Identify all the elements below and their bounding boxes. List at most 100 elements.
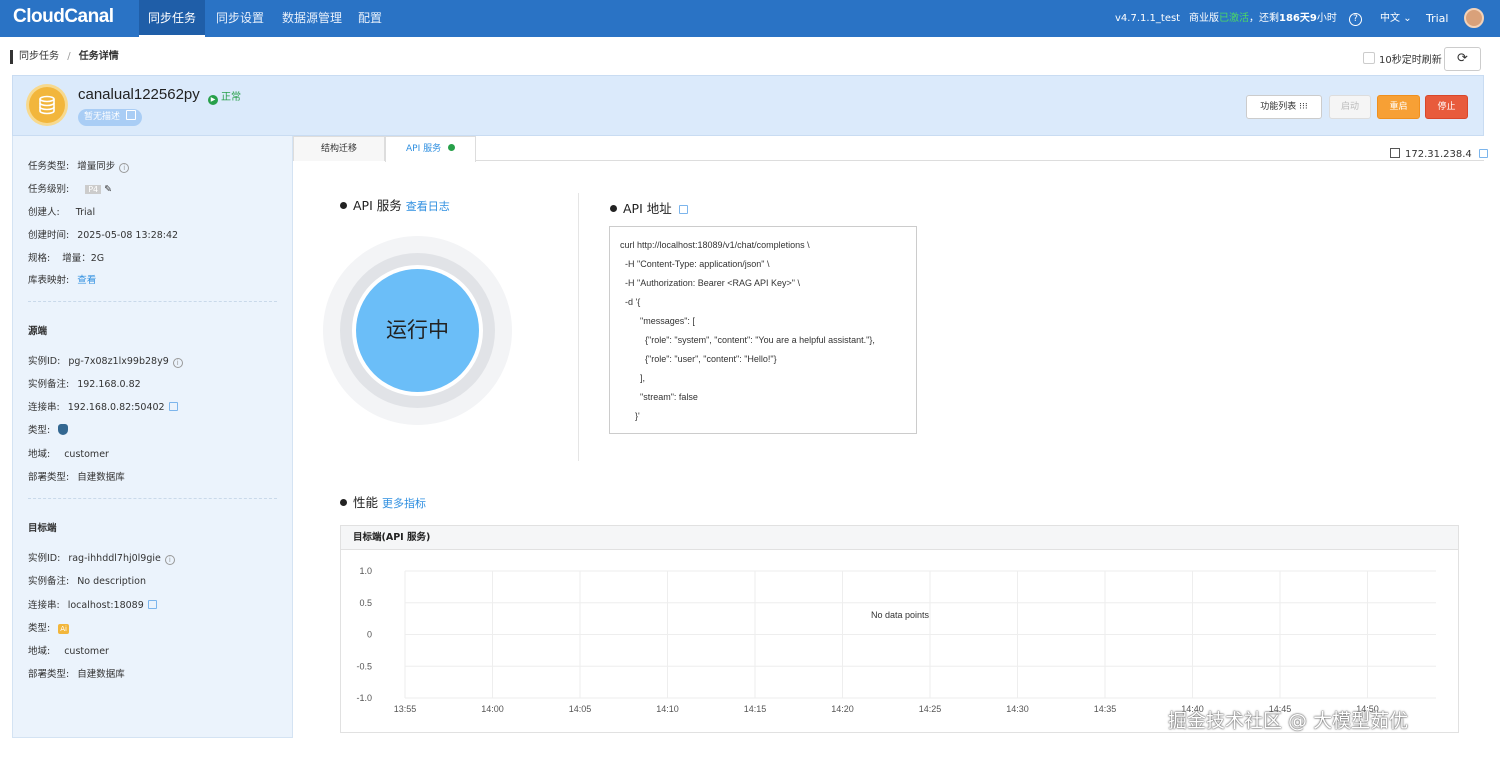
database-icon [29,87,65,123]
language-select[interactable]: 中文 ⌄ [1380,0,1412,37]
code-line: -H "Authorization: Bearer <RAG API Key>"… [620,278,800,288]
target-instance-id: 实例ID: rag-ihhddl7hj0l9gie i [28,550,175,565]
grid-icon: ⁝⁝⁝ [1299,102,1308,112]
info-icon[interactable]: i [172,358,183,368]
copy-icon[interactable] [1478,149,1488,158]
copy-icon[interactable] [168,402,178,411]
spec-row: 规格: 增量：2G [28,253,105,264]
feature-list-button[interactable]: 功能列表 ⁝⁝⁝ [1246,95,1322,119]
copy-icon[interactable] [147,600,157,609]
play-icon: ▶ [208,95,218,105]
info-icon[interactable]: i [119,163,130,173]
target-remark: 实例备注: No description [28,576,146,587]
top-nav: CloudCanal 同步任务 同步设置 数据源管理 配置 v4.7.1.1_t… [0,0,1500,37]
nav-sync-tasks[interactable]: 同步任务 [139,0,205,37]
help-icon[interactable]: ? [1349,0,1362,37]
refresh-icon: ⟳ [1457,51,1468,66]
auto-refresh-checkbox[interactable] [1363,52,1375,64]
nav-datasource[interactable]: 数据源管理 [282,0,342,37]
nav-sync-settings[interactable]: 同步设置 [216,0,264,37]
task-type-row: 任务类型: 增量同步 i [28,158,130,173]
table-mapping-row: 库表映射: 查看 [28,275,97,286]
stop-button[interactable]: 停止 [1425,95,1468,119]
auto-refresh-label: 10秒定时刷新 [1379,55,1442,66]
code-line: "messages": [ [620,316,695,326]
code-line: -H "Content-Type: application/json" \ [620,259,770,269]
chart-x-tick-label: 14:20 [831,704,854,714]
license-info: 商业版已激活，还剩186天9小时 [1189,13,1337,24]
status-dot [447,144,455,151]
performance-chart: 目标端(API 服务) 1.0 0.5 0 -0.5 -1.0 13:55 14:00 14:… [340,525,1459,733]
source-type: 类型: [28,422,69,436]
code-line: "stream": false [620,392,698,402]
chart-plot: 1.0 0.5 0 -0.5 -1.0 13:55 14:00 14:05 14:10 14:15… [356,566,1436,714]
chart-empty-message: No data points [871,610,930,620]
source-connection: 连接串: 192.168.0.82:50402 [28,399,178,413]
breadcrumb: 同步任务 / 任务详情 [10,50,119,64]
watermark: 掘金技术社区 @ 大模型茹优 [1168,710,1409,732]
tab-structure-migration[interactable]: 结构迁移 [293,136,385,161]
chart-y-tick-label: 0 [367,630,372,640]
chevron-down-icon: ⌄ [1403,13,1412,24]
chart-y-tick-label: -0.5 [356,661,372,671]
target-region: 地域: customer [28,646,109,657]
start-button[interactable]: 启动 [1329,95,1371,119]
api-curl-code-block[interactable]: curl http://localhost:18089/v1/chat/comp… [609,226,917,434]
chart-x-tick-label: 14:15 [744,704,767,714]
breadcrumb-parent[interactable]: 同步任务 [19,51,59,62]
chart-y-tick-label: 0.5 [359,598,372,608]
task-info-sidebar: 任务类型: 增量同步 i 任务级别: P4 ✎ 创建人: Trial 创建时间: 2025… [12,136,293,738]
source-title: 源端 [28,326,48,337]
pencil-icon[interactable]: ✎ [104,184,112,195]
code-line: curl http://localhost:18089/v1/chat/comp… [620,240,810,250]
code-line: {"role": "user", "content": "Hello!"} [620,354,777,364]
target-type: 类型: Ai [28,623,69,634]
code-line: ], [620,373,646,383]
tab-api-service[interactable]: API 服务 [385,136,476,162]
ai-icon: Ai [58,624,69,634]
divider [28,301,277,302]
view-logs-link[interactable]: 查看日志 [406,200,450,213]
user-name[interactable]: Trial [1426,0,1448,37]
target-deploy-type: 部署类型: 自建数据库 [28,669,125,680]
postgresql-icon [58,424,69,435]
version-label: v4.7.1.1_test [1115,13,1181,24]
chart-y-tick-label: -1.0 [356,693,372,703]
task-level-row: 任务级别: P4 ✎ [28,184,113,195]
more-metrics-link[interactable]: 更多指标 [382,497,426,510]
restart-button[interactable]: 重启 [1377,95,1420,119]
chart-title: 目标端(API 服务) [341,526,1458,550]
server-icon [1390,148,1400,158]
chart-x-tick-label: 14:25 [919,704,942,714]
running-status-indicator: 运行中 [356,269,479,392]
target-title: 目标端 [28,523,57,534]
code-line: -d '{ [620,297,641,307]
divider [28,498,277,499]
chart-x-tick-label: 14:05 [569,704,592,714]
chart-x-tick-label: 14:35 [1094,704,1117,714]
worker-ip: 172.31.238.4 [1390,148,1488,160]
target-connection: 连接串: localhost:18089 [28,597,157,611]
refresh-button[interactable]: ⟳ [1444,47,1481,71]
source-remark: 实例备注: 192.168.0.82 [28,379,141,390]
description-tag[interactable]: 暂无描述 [78,109,142,126]
task-status: ▶ 正常 [208,88,241,105]
app-logo[interactable]: CloudCanal [13,6,114,28]
info-icon[interactable]: i [164,555,175,565]
chart-x-tick-label: 14:30 [1006,704,1029,714]
code-line: }' [620,411,640,421]
copy-icon[interactable] [678,205,688,214]
source-region: 地域: customer [28,449,109,460]
level-badge: P4 [85,185,102,194]
view-mapping-link[interactable]: 查看 [77,275,96,286]
edit-icon [125,110,136,120]
detail-tabs: 结构迁移 API 服务 [293,136,1484,162]
creator-row: 创建人: Trial [28,207,96,218]
avatar[interactable] [1464,8,1484,28]
section-divider [578,193,579,461]
chart-y-tick-label: 1.0 [359,566,372,576]
breadcrumb-current: 任务详情 [78,51,119,62]
api-address-title: API 地址 [610,198,688,217]
nav-config[interactable]: 配置 [358,0,382,37]
code-line: {"role": "system", "content": "You are a… [620,335,875,345]
